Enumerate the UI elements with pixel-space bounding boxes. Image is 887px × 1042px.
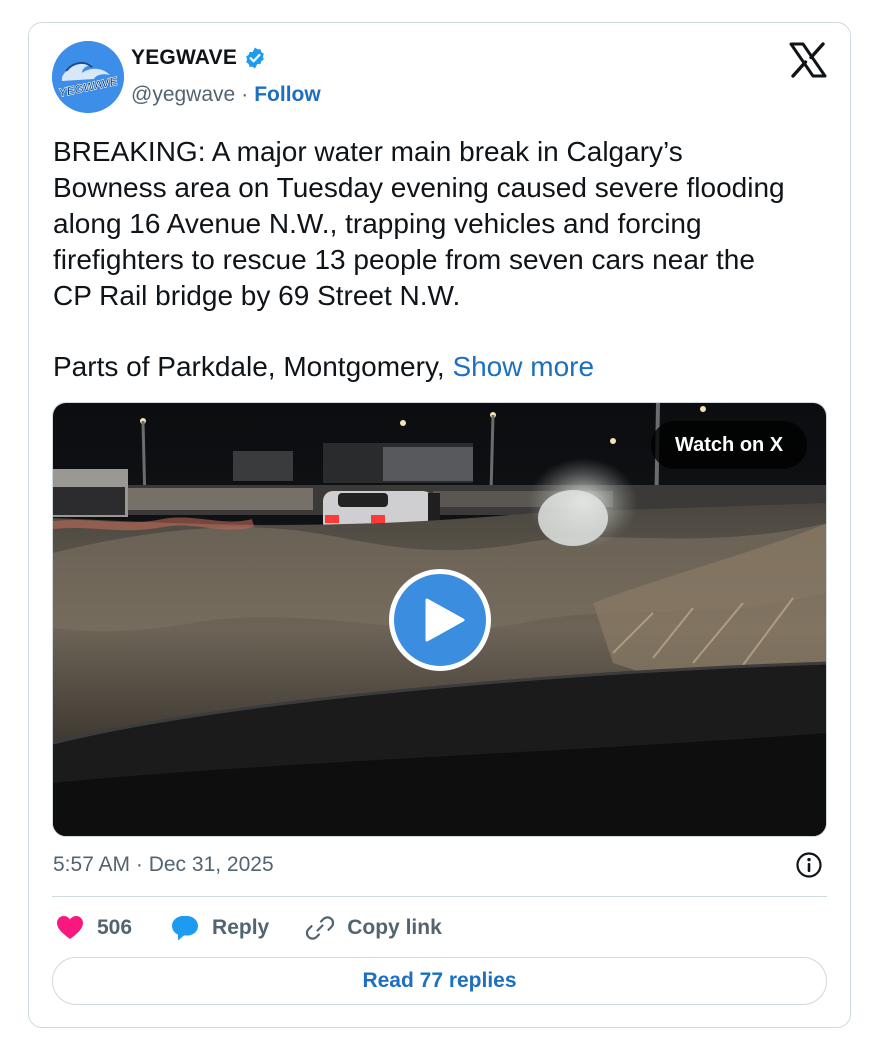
follow-link[interactable]: Follow — [254, 83, 321, 107]
read-replies-button[interactable]: Read 77 replies — [52, 957, 827, 1005]
copy-link-button[interactable]: Copy link — [305, 913, 442, 943]
author-handle[interactable]: @yegwave — [131, 83, 235, 107]
author-handle-row: @yegwave · Follow — [131, 83, 321, 107]
like-count: 506 — [97, 916, 133, 939]
divider — [52, 896, 827, 897]
play-button[interactable] — [389, 569, 491, 671]
play-icon — [425, 598, 465, 642]
author-name[interactable]: YEGWAVE — [131, 46, 237, 70]
x-logo-icon[interactable] — [789, 42, 827, 78]
info-icon[interactable] — [795, 851, 823, 879]
show-more-link[interactable]: Show more — [452, 351, 594, 382]
reply-label: Reply — [212, 916, 270, 939]
yegwave-logo-icon: YEGWAVE — [52, 41, 124, 113]
verified-badge-icon — [243, 46, 267, 70]
tweet-truncated-text: Parts of Parkdale, Montgomery, — [53, 351, 453, 382]
tweet-actions: 506 Reply Copy link — [55, 911, 442, 945]
avatar[interactable]: YEGWAVE — [52, 41, 124, 113]
video-media[interactable]: Watch on X — [52, 402, 827, 837]
like-button[interactable]: 506 — [55, 913, 132, 943]
reply-button[interactable]: Reply — [170, 913, 269, 943]
reply-bubble-icon — [172, 916, 199, 941]
separator-dot: · — [241, 83, 249, 106]
watch-on-x-button[interactable]: Watch on X — [651, 421, 808, 469]
tweet-truncated-line: Parts of Parkdale, Montgomery, Show more — [53, 349, 594, 385]
heart-icon — [57, 916, 83, 939]
tweet-timestamp[interactable]: 5:57 AM · Dec 31, 2025 — [53, 853, 274, 877]
tweet-text: BREAKING: A major water main break in Ca… — [53, 136, 785, 311]
copy-link-label: Copy link — [347, 916, 442, 939]
author-name-row: YEGWAVE — [131, 46, 267, 70]
link-icon — [306, 916, 335, 940]
